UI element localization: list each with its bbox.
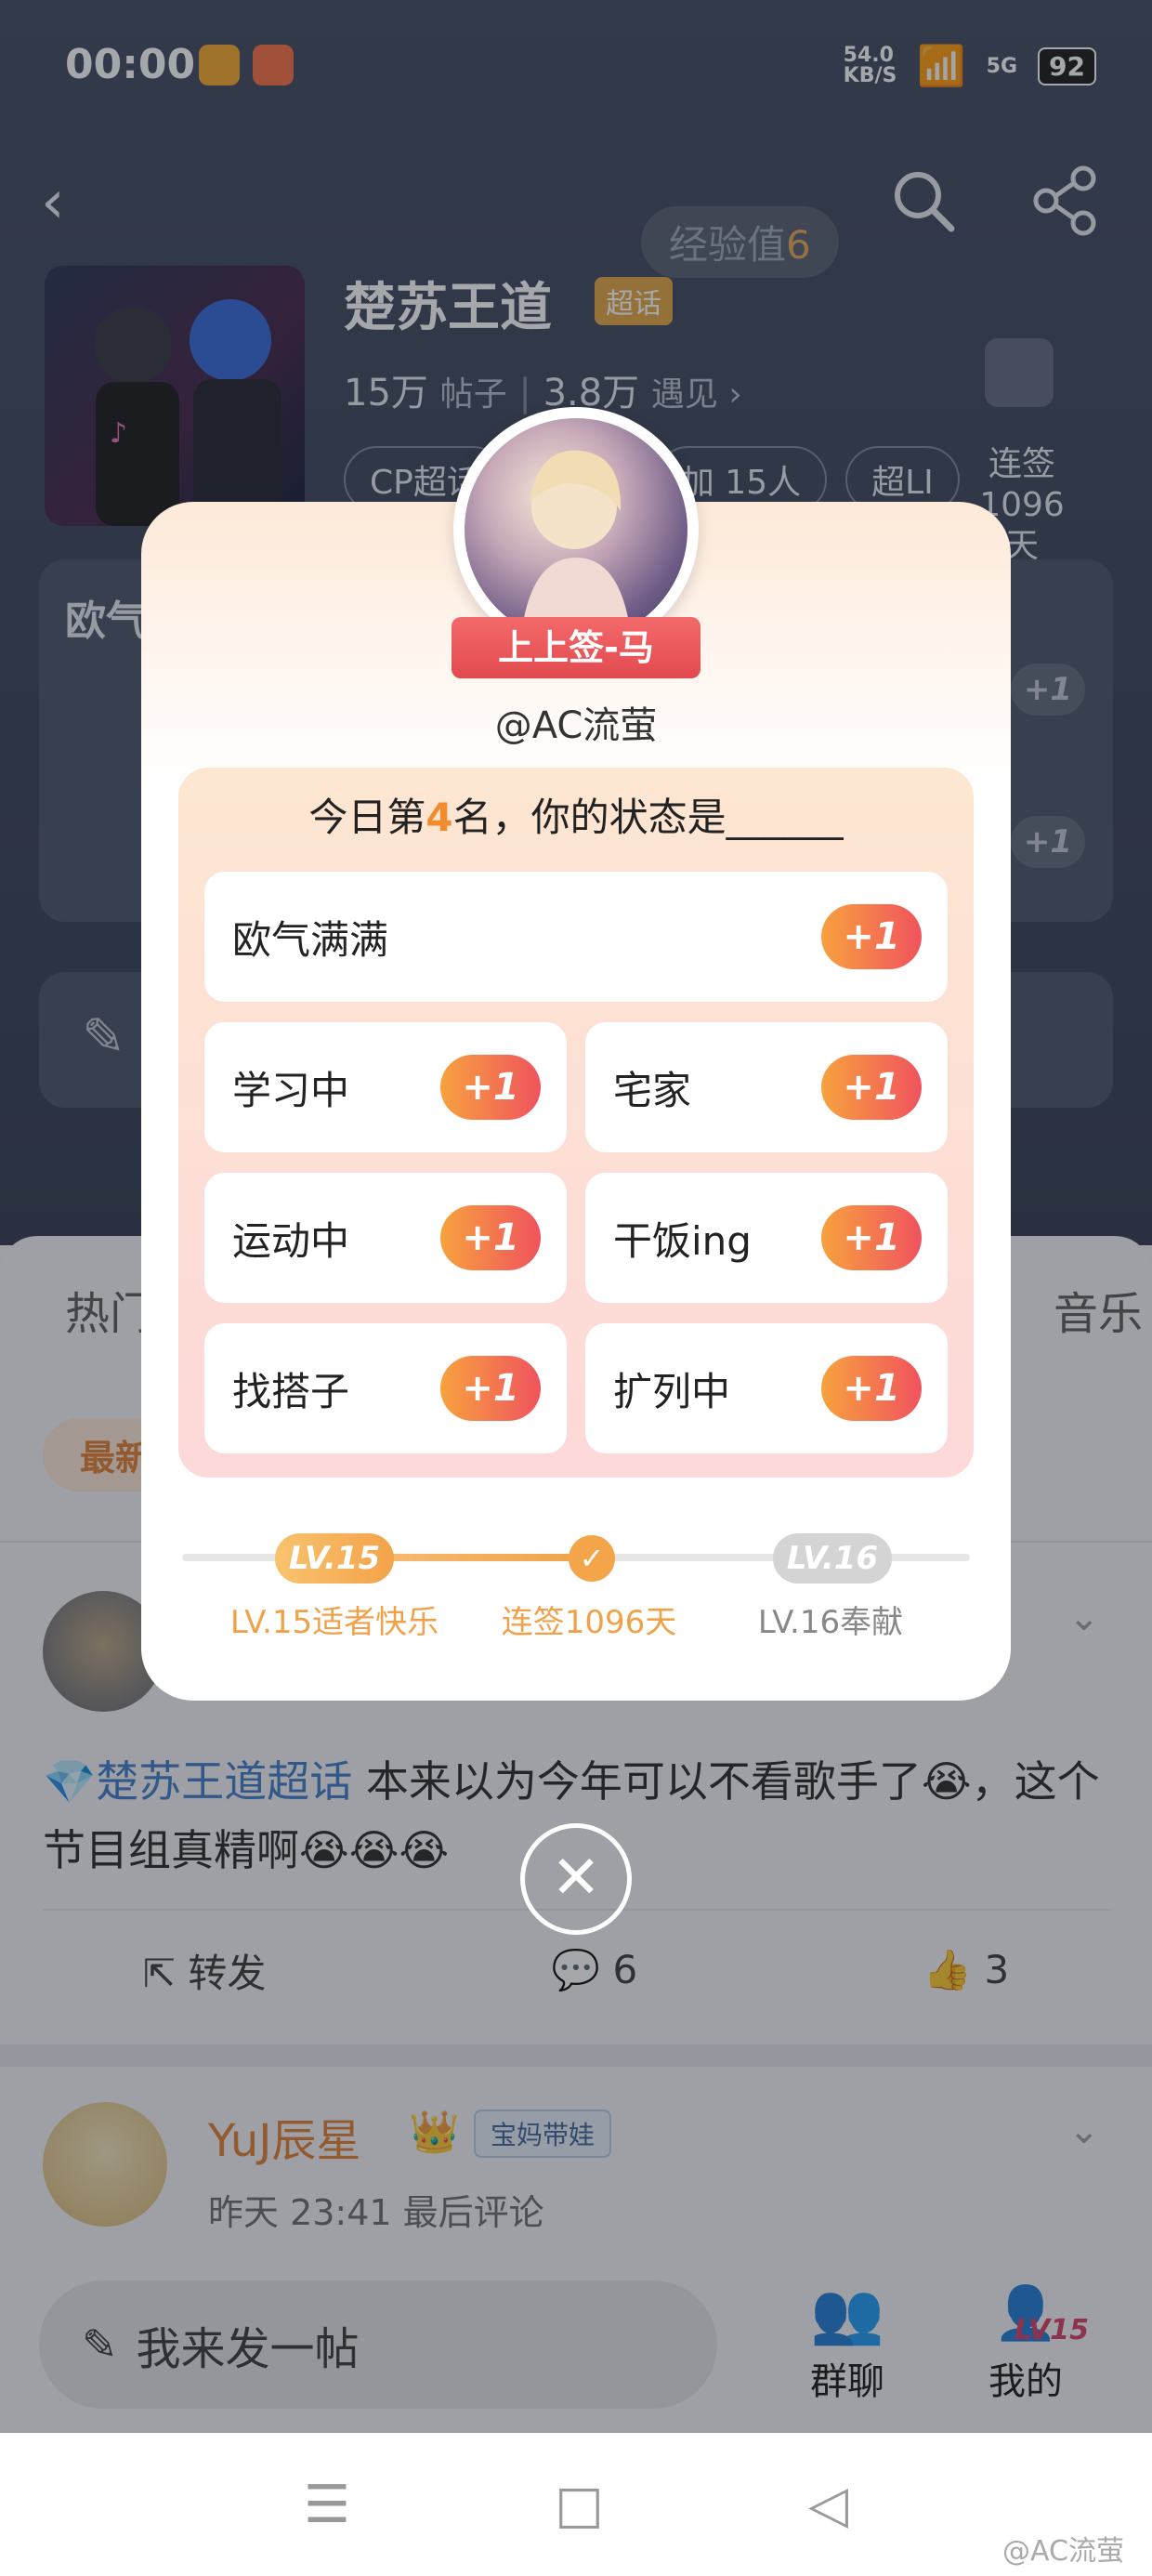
plus-one-button[interactable]: +1: [821, 1205, 922, 1270]
option-label: 宅家: [613, 1067, 692, 1113]
status-option[interactable]: 扩列中 +1: [585, 1323, 948, 1453]
status-question: 今日第4名，你的状态是______: [178, 786, 974, 843]
option-label: 学习中: [232, 1067, 350, 1113]
user-handle: @AC流萤: [494, 704, 658, 747]
fortune-ribbon: 上上签-马: [429, 617, 723, 678]
streak-label: 连签1096天: [501, 1604, 677, 1641]
watermark: @AC流萤: [1002, 2535, 1124, 2568]
check-icon: ✓: [569, 1535, 615, 1582]
option-label: 扩列中: [613, 1368, 731, 1414]
home-icon[interactable]: □: [555, 2475, 604, 2535]
question-prefix: 今日第: [308, 795, 426, 840]
question-rank: 4: [425, 795, 453, 840]
level-next-badge: LV.16: [773, 1533, 892, 1584]
plus-one-button[interactable]: +1: [440, 1055, 541, 1120]
plus-one-button[interactable]: +1: [440, 1356, 541, 1421]
plus-one-button[interactable]: +1: [821, 904, 922, 969]
status-option[interactable]: 运动中 +1: [204, 1173, 567, 1303]
status-option[interactable]: 宅家 +1: [585, 1022, 948, 1152]
back-icon[interactable]: ◁: [808, 2475, 848, 2535]
level-current-label: LV.15适者快乐: [229, 1604, 439, 1641]
option-label: 找搭子: [232, 1368, 350, 1414]
menu-icon[interactable]: ☰: [304, 2475, 350, 2535]
option-label: 欧气满满: [232, 916, 389, 963]
level-next-label: LV.16奉献: [757, 1604, 904, 1641]
status-option[interactable]: 干饭ing +1: [585, 1173, 948, 1303]
plus-one-button[interactable]: +1: [821, 1356, 922, 1421]
status-option[interactable]: 欧气满满 +1: [204, 872, 948, 1002]
option-label: 运动中: [232, 1217, 350, 1264]
status-option[interactable]: 学习中 +1: [204, 1022, 567, 1152]
option-label: 干饭ing: [613, 1217, 752, 1264]
level-current-badge: LV.15: [275, 1533, 394, 1584]
close-icon: ✕: [551, 1844, 601, 1912]
question-suffix: 名，你的状态是______: [452, 795, 844, 840]
close-button[interactable]: ✕: [520, 1823, 632, 1935]
user-avatar: [465, 418, 687, 641]
status-option[interactable]: 找搭子 +1: [204, 1323, 567, 1453]
plus-one-button[interactable]: +1: [440, 1205, 541, 1270]
system-nav-bar: ☰ □ ◁: [0, 2433, 1152, 2576]
plus-one-button[interactable]: +1: [821, 1055, 922, 1120]
